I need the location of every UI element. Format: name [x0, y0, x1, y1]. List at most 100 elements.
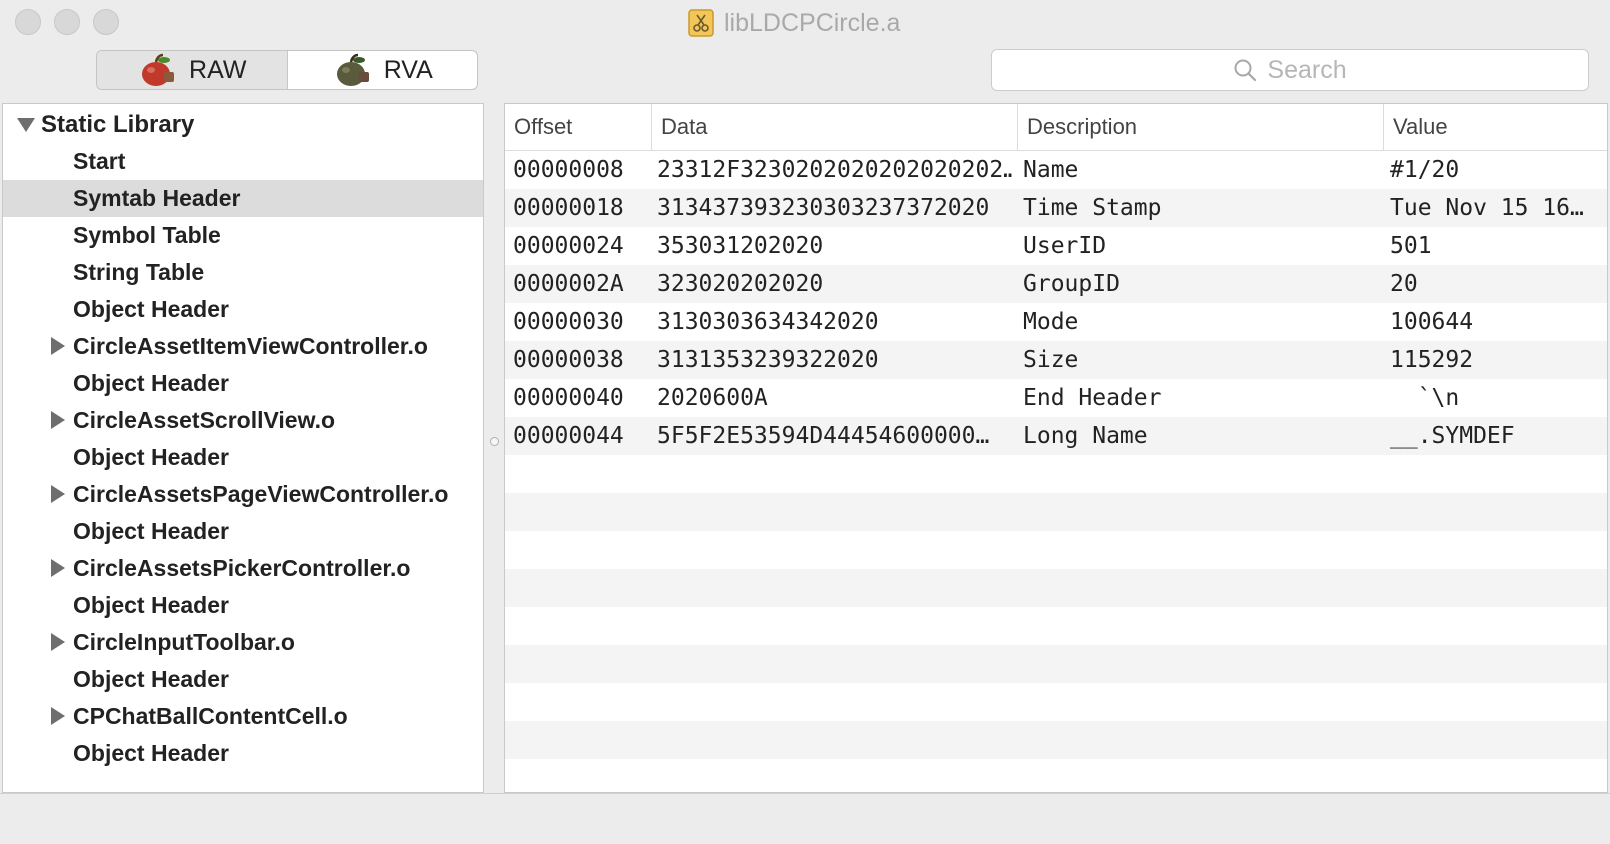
- outline-item[interactable]: Object Header: [3, 291, 483, 328]
- table-header: Offset Data Description Value: [505, 104, 1607, 151]
- close-window-button[interactable]: [15, 9, 41, 35]
- cell-value: Tue Nov 15 16…: [1390, 195, 1584, 221]
- raw-mode-button[interactable]: RAW: [97, 51, 288, 89]
- cell-offset: 0000002A: [513, 271, 624, 297]
- disclosure-expanded-icon[interactable]: [17, 118, 35, 132]
- zoom-window-button[interactable]: [93, 9, 119, 35]
- outline-item[interactable]: CircleInputToolbar.o: [3, 624, 483, 661]
- table-row[interactable]: 00000040 2020600A End Header `\n: [505, 379, 1607, 417]
- column-header-data[interactable]: Data: [651, 104, 1017, 150]
- cell-value: __.SYMDEF: [1390, 423, 1515, 449]
- search-field[interactable]: Search: [991, 49, 1589, 91]
- minimize-window-button[interactable]: [54, 9, 80, 35]
- disclosure-collapsed-icon[interactable]: [51, 411, 65, 429]
- outline-item-label: Symtab Header: [73, 185, 241, 211]
- outline-item-label: Object Header: [73, 592, 229, 618]
- search-placeholder: Search: [1267, 55, 1347, 84]
- column-header-value[interactable]: Value: [1383, 104, 1607, 150]
- outline-root-label: Static Library: [41, 110, 195, 138]
- cell-offset: 00000038: [513, 347, 624, 373]
- table-row[interactable]: 00000008 23312F3230202020202020202… Name…: [505, 151, 1607, 189]
- cell-offset: 00000024: [513, 233, 624, 259]
- empty-table-row: [505, 759, 1607, 792]
- outline-item[interactable]: Object Header: [3, 661, 483, 698]
- table-row[interactable]: 00000024 353031202020 UserID 501: [505, 227, 1607, 265]
- outline-item[interactable]: Start: [3, 143, 483, 180]
- disclosure-collapsed-icon[interactable]: [51, 337, 65, 355]
- outline-item-label: String Table: [73, 259, 205, 285]
- apple-rva-icon: [336, 53, 369, 86]
- table-row[interactable]: 00000038 3131353239322020 Size 115292: [505, 341, 1607, 379]
- outline-item[interactable]: Object Header: [3, 513, 483, 550]
- table-row[interactable]: 00000044 5F5F2E53594D44454600000… Long N…: [505, 417, 1607, 455]
- cell-data: 353031202020: [657, 233, 824, 259]
- cell-data: 313437393230303237372020: [657, 195, 990, 221]
- cell-data: 2020600A: [657, 385, 768, 411]
- outline-item-label: CircleAssetsPageViewController.o: [73, 481, 449, 507]
- apple-raw-icon: [142, 53, 175, 86]
- cell-offset: 00000018: [513, 195, 624, 221]
- cell-data: 3131353239322020: [657, 347, 879, 373]
- outline-item[interactable]: CPChatBallContentCell.o: [3, 698, 483, 735]
- outline-item[interactable]: Symbol Table: [3, 217, 483, 254]
- outline-item-label: CircleAssetScrollView.o: [73, 407, 336, 433]
- raw-mode-label: RAW: [189, 55, 247, 84]
- outline-item[interactable]: Object Header: [3, 587, 483, 624]
- column-header-offset[interactable]: Offset: [505, 104, 651, 150]
- outline-item[interactable]: Symtab Header: [3, 180, 483, 217]
- empty-table-row: [505, 569, 1607, 607]
- outline-item-label: Object Header: [73, 740, 229, 766]
- empty-table-row: [505, 721, 1607, 759]
- cell-value: 115292: [1390, 347, 1474, 373]
- title-bar: libLDCPCircle.a: [0, 0, 1610, 46]
- cell-value: `\n: [1390, 385, 1460, 411]
- disclosure-collapsed-icon[interactable]: [51, 485, 65, 503]
- empty-table-row: [505, 645, 1607, 683]
- bottom-status-bar: [0, 793, 1610, 844]
- window-title: libLDCPCircle.a: [688, 5, 900, 41]
- split-view-divider[interactable]: [484, 103, 504, 793]
- disclosure-collapsed-icon[interactable]: [51, 707, 65, 725]
- outline-item-label: Object Header: [73, 518, 229, 544]
- table-row[interactable]: 00000018 313437393230303237372020 Time S…: [505, 189, 1607, 227]
- cell-offset: 00000044: [513, 423, 624, 449]
- cell-data: 5F5F2E53594D44454600000…: [657, 423, 990, 449]
- outline-item[interactable]: Object Header: [3, 365, 483, 402]
- data-table[interactable]: Offset Data Description Value 00000008 2…: [504, 103, 1608, 793]
- rva-mode-button[interactable]: RVA: [288, 51, 478, 89]
- disclosure-collapsed-icon[interactable]: [51, 559, 65, 577]
- outline-item[interactable]: String Table: [3, 254, 483, 291]
- outline-item-label: Object Header: [73, 296, 229, 322]
- outline-item-label: CircleAssetItemViewController.o: [73, 333, 428, 359]
- column-header-description[interactable]: Description: [1017, 104, 1383, 150]
- empty-table-row: [505, 683, 1607, 721]
- disclosure-collapsed-icon[interactable]: [51, 633, 65, 651]
- empty-table-row: [505, 531, 1607, 569]
- cell-description: GroupID: [1023, 271, 1120, 297]
- table-row[interactable]: 00000030 3130303634342020 Mode 100644: [505, 303, 1607, 341]
- raw-rva-segmented-control: RAW RVA: [96, 50, 478, 90]
- table-row[interactable]: 0000002A 323020202020 GroupID 20: [505, 265, 1607, 303]
- outline-item[interactable]: Object Header: [3, 439, 483, 476]
- outline-item-label: CircleAssetsPickerController.o: [73, 555, 411, 581]
- outline-item[interactable]: Object Header: [3, 735, 483, 772]
- empty-table-row: [505, 493, 1607, 531]
- outline-item-label: Object Header: [73, 370, 229, 396]
- outline-item[interactable]: CircleAssetScrollView.o: [3, 402, 483, 439]
- cell-description: Long Name: [1023, 423, 1148, 449]
- outline-root-static-library[interactable]: Static Library: [3, 106, 483, 143]
- outline-item[interactable]: CircleAssetItemViewController.o: [3, 328, 483, 365]
- cell-data: 3130303634342020: [657, 309, 879, 335]
- outline-item-label: Start: [73, 148, 126, 174]
- cell-description: Time Stamp: [1023, 195, 1162, 221]
- structure-outline[interactable]: Static Library Start Symtab Header Symbo…: [2, 103, 484, 793]
- cell-value: 100644: [1390, 309, 1474, 335]
- cell-description: End Header: [1023, 385, 1162, 411]
- divider-handle-icon[interactable]: [490, 437, 499, 446]
- archive-file-icon: [688, 9, 714, 37]
- outline-item[interactable]: CircleAssetsPickerController.o: [3, 550, 483, 587]
- outline-item[interactable]: CircleAssetsPageViewController.o: [3, 476, 483, 513]
- cell-value: #1/20: [1390, 157, 1460, 183]
- cell-value: 501: [1390, 233, 1432, 259]
- cell-data: 23312F3230202020202020202…: [657, 157, 1013, 183]
